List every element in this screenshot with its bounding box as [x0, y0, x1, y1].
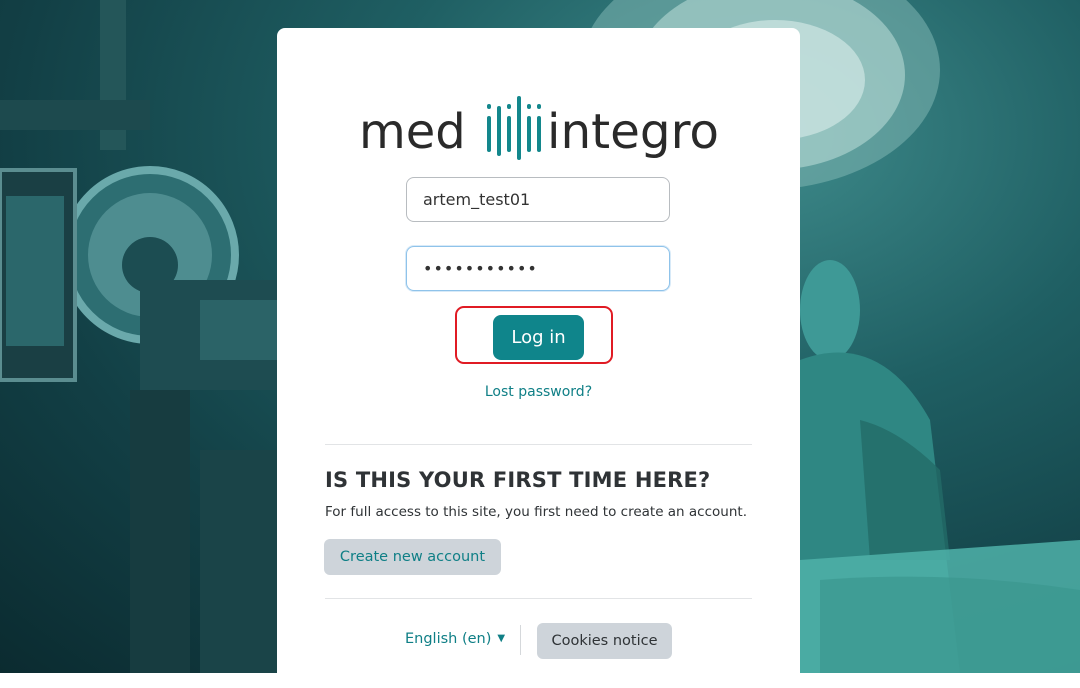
mediintegro-logo: med integro: [277, 96, 800, 176]
divider: [325, 444, 752, 445]
login-button[interactable]: Log in: [493, 315, 584, 360]
login-card: med integro Log in Lost password? IS THI…: [277, 28, 800, 688]
logo-text-right: integro: [547, 104, 719, 160]
lost-password-link[interactable]: Lost password?: [485, 384, 592, 400]
create-account-button[interactable]: Create new account: [324, 539, 501, 575]
footer-separator: [520, 625, 521, 655]
username-input[interactable]: [406, 177, 670, 222]
logo-bars-icon: [486, 96, 541, 160]
cookies-notice-button[interactable]: Cookies notice: [537, 623, 672, 659]
language-selector[interactable]: English (en) ▼: [405, 631, 505, 647]
lost-password-container: Lost password?: [277, 384, 800, 400]
chevron-down-icon: ▼: [497, 633, 506, 644]
logo-text-left: med: [359, 104, 466, 160]
first-time-text: For full access to this site, you first …: [325, 504, 747, 520]
password-input[interactable]: [406, 246, 670, 291]
divider: [325, 598, 752, 599]
language-label: English (en): [405, 631, 492, 647]
first-time-heading: IS THIS YOUR FIRST TIME HERE?: [325, 468, 711, 492]
